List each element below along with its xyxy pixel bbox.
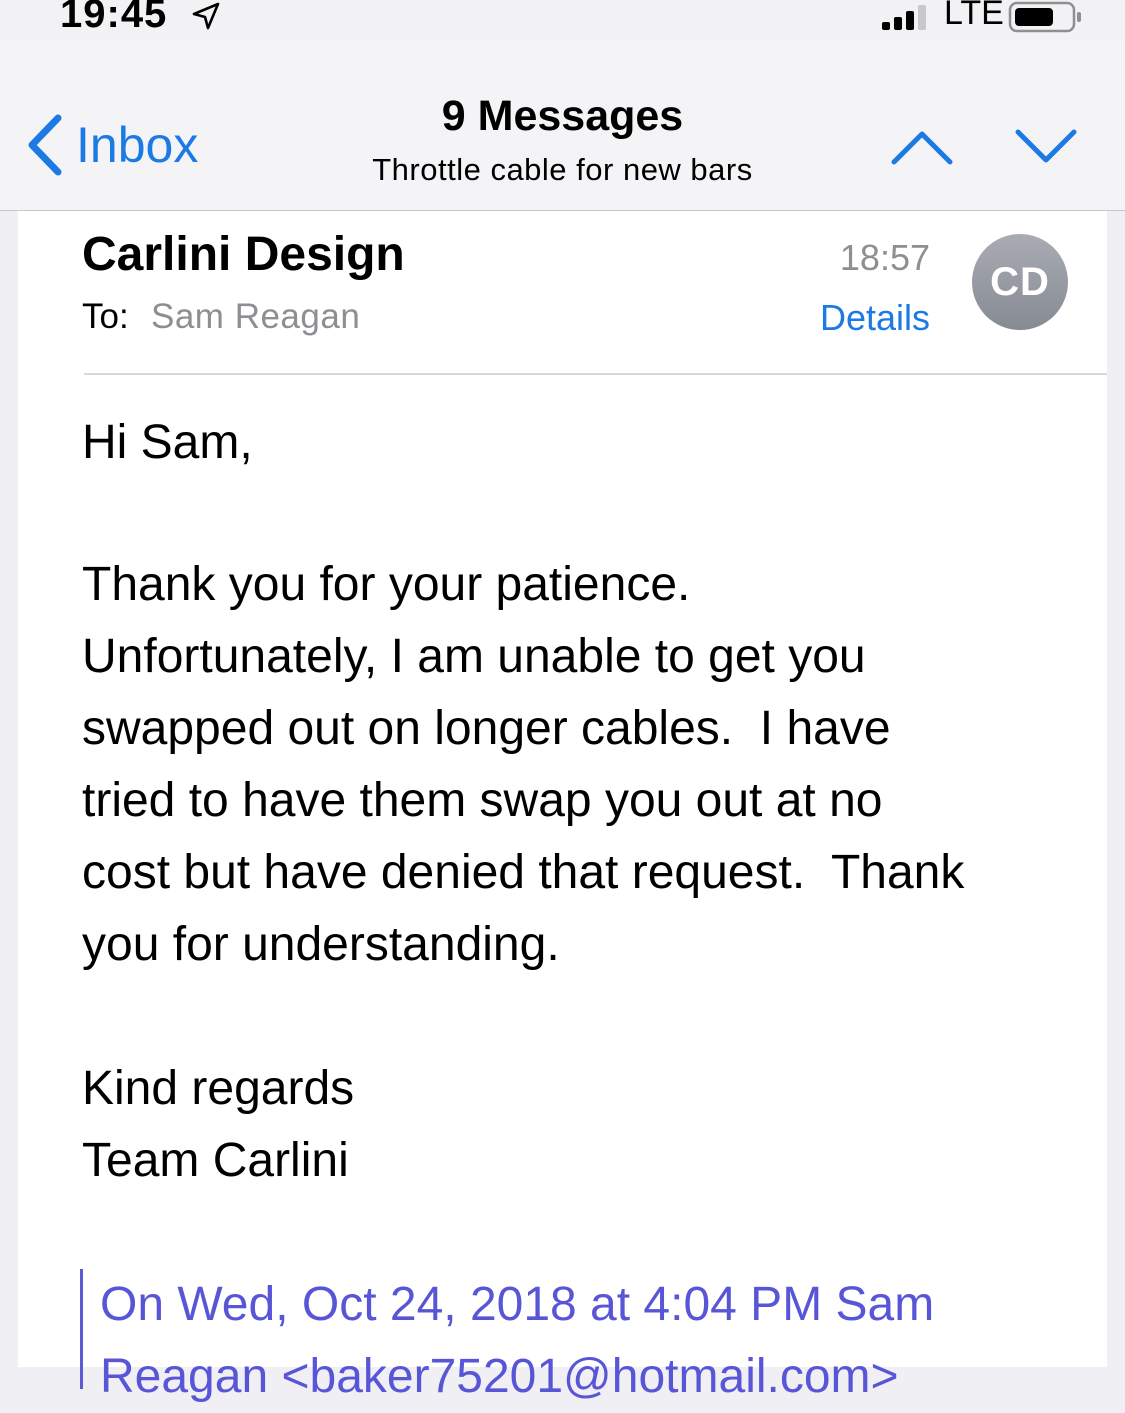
network-type: LTE: [944, 0, 1004, 32]
battery-icon: [1008, 1, 1081, 33]
message-body: Thank you for your patience. Unfortunate…: [82, 558, 965, 971]
cellular-signal-icon: [882, 5, 926, 30]
status-time: 19:45: [60, 0, 168, 36]
quote-bar: [80, 1269, 83, 1389]
navigation-bar: Inbox 9 Messages Throttle cable for new …: [0, 40, 1125, 211]
thread-count-title: 9 Messages: [441, 92, 684, 140]
sender-avatar[interactable]: CD: [972, 234, 1068, 330]
header-divider: [84, 373, 1107, 375]
previous-message-button[interactable]: [888, 122, 956, 172]
quoted-reply-header: On Wed, Oct 24, 2018 at 4:04 PM Sam: [100, 1278, 935, 1331]
recipient-name[interactable]: Sam Reagan: [151, 297, 360, 337]
to-label: To:: [82, 297, 129, 336]
thread-subject: Throttle cable for new bars: [372, 152, 753, 187]
message-card: Carlini Design To: Sam Reagan 18:57 Deta…: [18, 211, 1107, 1403]
message-signoff: Kind regards Team Carlini: [82, 1062, 355, 1187]
location-arrow-icon: [192, 2, 220, 30]
status-bar: 19:45 LTE: [0, 0, 1125, 40]
quoted-reply-sender[interactable]: Reagan <baker75201@hotmail.com>: [100, 1341, 899, 1413]
next-message-button[interactable]: [1012, 122, 1080, 172]
sender-name[interactable]: Carlini Design: [82, 227, 405, 282]
message-time: 18:57: [839, 237, 930, 278]
message-greeting: Hi Sam,: [82, 416, 253, 469]
details-link[interactable]: Details: [798, 297, 930, 339]
